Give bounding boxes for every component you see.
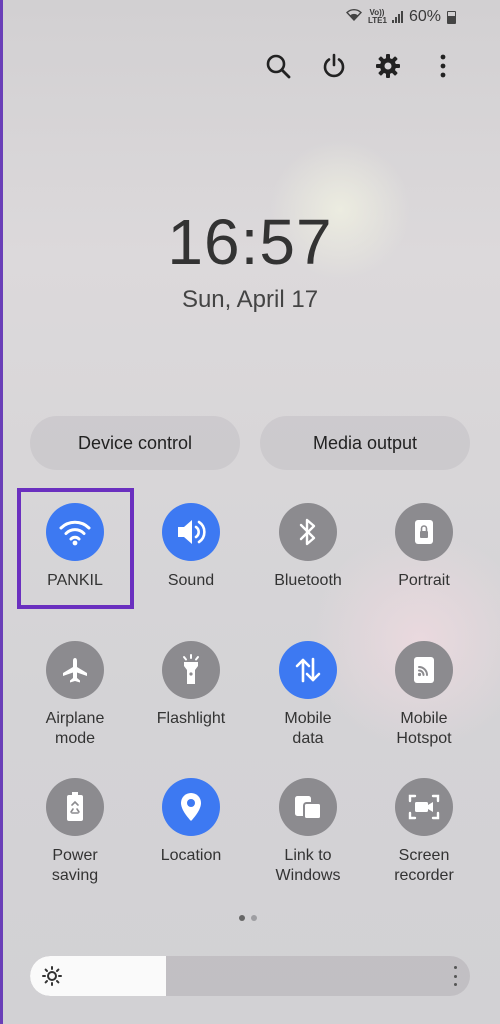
battery-icon <box>447 10 456 24</box>
tile-label: Screen recorder <box>394 847 454 884</box>
flashlight-icon <box>162 641 220 699</box>
tile-airplane[interactable]: Airplane mode <box>17 641 133 749</box>
frame-edge <box>0 0 3 1024</box>
wifi-status-icon <box>345 8 362 26</box>
tile-label: Airplane mode <box>45 710 105 747</box>
brightness-slider[interactable] <box>30 956 470 996</box>
tile-flashlight[interactable]: Flashlight <box>133 641 249 729</box>
bluetooth-icon <box>279 503 337 561</box>
tile-location[interactable]: Location <box>133 778 249 866</box>
lock-icon <box>395 503 453 561</box>
tile-label: Power saving <box>51 847 99 884</box>
tile-sound[interactable]: Sound <box>133 503 249 591</box>
tile-label: Link to Windows <box>275 847 341 884</box>
power-saving-icon <box>46 778 104 836</box>
clock-date: Sun, April 17 <box>181 286 319 313</box>
status-bar: Vo)) LTE1 60% <box>345 8 456 26</box>
sound-icon <box>162 503 220 561</box>
sun-icon <box>42 966 62 986</box>
tile-label: Portrait <box>398 572 450 589</box>
signal-icon <box>391 11 403 23</box>
tile-label: Flashlight <box>156 710 226 727</box>
selection-highlight <box>17 488 134 609</box>
mobile-data-icon <box>279 641 337 699</box>
brightness-more-icon[interactable] <box>452 966 458 986</box>
gear-icon[interactable] <box>374 52 402 80</box>
hotspot-icon <box>395 641 453 699</box>
power-icon[interactable] <box>320 52 348 80</box>
tile-label: Sound <box>167 572 215 589</box>
tile-screen-recorder[interactable]: Screen recorder <box>366 778 482 886</box>
tile-label: Mobile Hotspot <box>396 710 452 747</box>
media-output-button[interactable]: Media output <box>260 416 470 470</box>
airplane-icon <box>46 641 104 699</box>
tile-hotspot[interactable]: Mobile Hotspot <box>366 641 482 749</box>
tile-power-saving[interactable]: Power saving <box>17 778 133 886</box>
tile-link-to-windows[interactable]: Link to Windows <box>250 778 366 886</box>
tile-bluetooth[interactable]: Bluetooth <box>250 503 366 591</box>
location-icon <box>162 778 220 836</box>
device-control-button[interactable]: Device control <box>30 416 240 470</box>
page-dot-active <box>239 915 245 921</box>
tile-label: Bluetooth <box>274 572 342 589</box>
link-windows-icon <box>279 778 337 836</box>
search-icon[interactable] <box>264 52 292 80</box>
tile-mobile-data[interactable]: Mobile data <box>250 641 366 749</box>
more-options-icon[interactable] <box>429 52 457 80</box>
tile-label: Location <box>160 847 222 864</box>
tile-label: Mobile data <box>284 710 332 747</box>
page-indicator <box>239 915 257 921</box>
page-dot <box>251 915 257 921</box>
screen-recorder-icon <box>395 778 453 836</box>
tile-portrait[interactable]: Portrait <box>366 503 482 591</box>
volte-label: Vo)) LTE1 <box>367 8 387 25</box>
clock-time: 16:57 <box>167 206 333 278</box>
battery-percent: 60% <box>408 8 441 25</box>
